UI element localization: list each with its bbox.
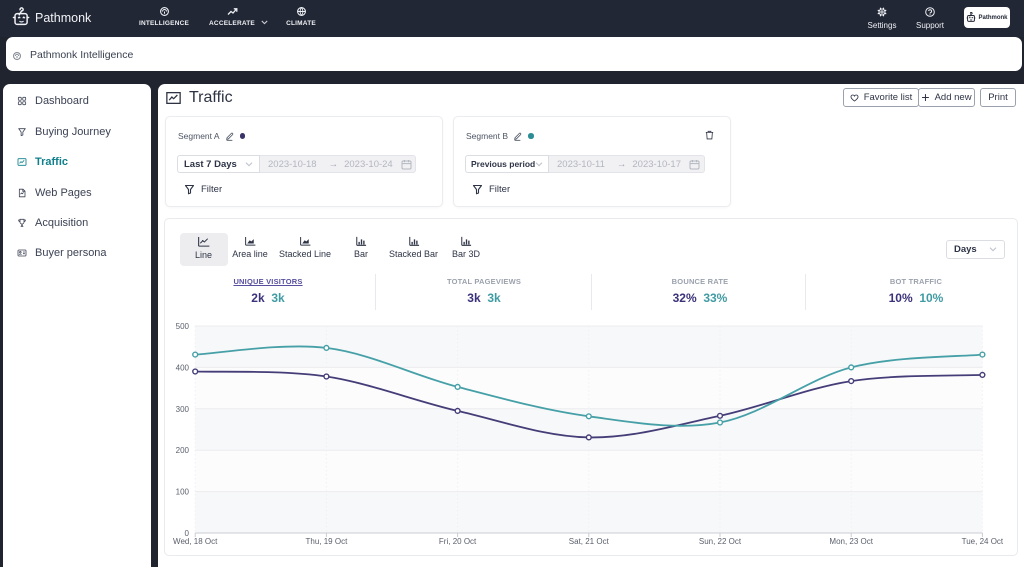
svg-text:500: 500 xyxy=(176,322,190,331)
svg-text:Tue, 24 Oct: Tue, 24 Oct xyxy=(962,537,1004,546)
svg-text:Fri, 20 Oct: Fri, 20 Oct xyxy=(439,537,477,546)
svg-text:Thu, 19 Oct: Thu, 19 Oct xyxy=(306,537,349,546)
svg-text:Wed, 18 Oct: Wed, 18 Oct xyxy=(173,537,218,546)
svg-text:Sun, 22 Oct: Sun, 22 Oct xyxy=(699,537,742,546)
svg-text:400: 400 xyxy=(176,363,190,372)
svg-text:300: 300 xyxy=(176,405,190,414)
svg-text:Mon, 23 Oct: Mon, 23 Oct xyxy=(829,537,873,546)
svg-text:100: 100 xyxy=(176,488,190,497)
svg-text:Sat, 21 Oct: Sat, 21 Oct xyxy=(569,537,610,546)
svg-text:200: 200 xyxy=(176,446,190,455)
